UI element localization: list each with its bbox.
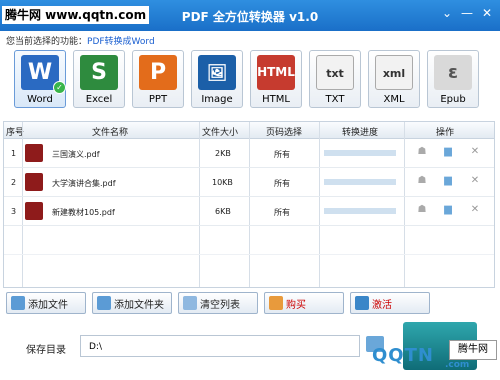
save-directory-label: 保存目录	[26, 345, 66, 356]
action-buttons: 添加文件 添加文件夹 清空列表 购买 激活	[6, 292, 430, 314]
pdf-file-icon	[25, 144, 43, 162]
table-row-empty	[4, 255, 494, 283]
header-size: 文件大小	[202, 128, 239, 138]
file-name: 大学演讲合集.pdf	[52, 179, 116, 188]
image-icon: 🖼	[198, 55, 236, 90]
menu-dropdown-icon[interactable]: ⌄	[440, 6, 454, 20]
format-label: HTML	[262, 94, 290, 105]
file-name: 三国演义.pdf	[52, 150, 100, 159]
pdf-file-icon	[25, 202, 43, 220]
format-label: XML	[383, 94, 405, 105]
header-name: 文件名称	[92, 128, 129, 138]
format-label: PPT	[148, 94, 168, 105]
watermark-badge: 腾牛网	[449, 340, 497, 360]
ppt-icon: P	[139, 55, 177, 90]
function-row: 您当前选择的功能：PDF转换成Word	[6, 34, 155, 47]
add-file-button[interactable]: 添加文件	[6, 292, 86, 314]
format-label: Epub	[440, 94, 466, 105]
page-select[interactable]: 所有	[274, 207, 290, 218]
activate-label: 激活	[372, 299, 392, 311]
activate-button[interactable]: 激活	[350, 292, 430, 314]
add-folder-button[interactable]: 添加文件夹	[92, 292, 172, 314]
check-icon: ✓	[53, 81, 66, 94]
minimize-button[interactable]: —	[460, 6, 474, 20]
cart-icon	[269, 296, 283, 310]
user-icon[interactable]: ☗	[416, 176, 428, 186]
add-file-icon	[11, 296, 25, 310]
table-row[interactable]: 3 新建教材105.pdf 6KB 所有 ☗ ▆ ✕	[4, 197, 494, 226]
clear-list-label: 清空列表	[200, 299, 240, 311]
epub-icon: ε	[434, 55, 472, 90]
window-controls: ⌄ — ✕	[440, 6, 494, 20]
header-pages: 页码选择	[266, 128, 303, 138]
row-index: 1	[11, 149, 17, 158]
delete-icon[interactable]: ✕	[469, 176, 481, 186]
file-name: 新建教材105.pdf	[52, 208, 115, 217]
table-row[interactable]: 1 三国演义.pdf 2KB 所有 ☗ ▆ ✕	[4, 139, 494, 168]
table-row[interactable]: 2 大学演讲合集.pdf 10KB 所有 ☗ ▆ ✕	[4, 168, 494, 197]
row-index: 2	[11, 178, 17, 187]
format-label: Image	[201, 94, 233, 105]
save-directory-input[interactable]: D:\	[80, 335, 360, 357]
excel-icon: S	[80, 55, 118, 90]
buy-button[interactable]: 购买	[264, 292, 344, 314]
format-label: Word	[27, 94, 53, 105]
format-toolbar: W ✓ Word S Excel P PPT 🖼 Image HTML HTML…	[14, 50, 479, 108]
row-index: 3	[11, 207, 17, 216]
function-value: PDF转换成Word	[87, 37, 155, 47]
page-select[interactable]: 所有	[274, 149, 290, 160]
clear-list-icon	[183, 296, 197, 310]
delete-icon[interactable]: ✕	[469, 205, 481, 215]
progress-bar	[324, 179, 396, 185]
page-select[interactable]: 所有	[274, 178, 290, 189]
activate-icon	[355, 296, 369, 310]
file-size: 6KB	[215, 207, 231, 216]
format-label: Excel	[85, 94, 113, 105]
add-folder-label: 添加文件夹	[114, 299, 164, 311]
format-txt-button[interactable]: txt TXT	[309, 50, 361, 108]
folder-icon[interactable]: ▆	[442, 147, 454, 157]
format-ppt-button[interactable]: P PPT	[132, 50, 184, 108]
format-epub-button[interactable]: ε Epub	[427, 50, 479, 108]
user-icon[interactable]: ☗	[416, 205, 428, 215]
progress-bar	[324, 150, 396, 156]
format-html-button[interactable]: HTML HTML	[250, 50, 302, 108]
buy-label: 购买	[286, 299, 306, 311]
close-button[interactable]: ✕	[480, 6, 494, 20]
delete-icon[interactable]: ✕	[469, 147, 481, 157]
pdf-file-icon	[25, 173, 43, 191]
file-table: 序号 文件名称 文件大小 页码选择 转换进度 操作 1 三国演义.pdf 2KB…	[3, 121, 495, 288]
add-folder-icon	[97, 296, 111, 310]
header-progress: 转换进度	[342, 128, 379, 138]
add-file-label: 添加文件	[28, 299, 68, 311]
file-size: 2KB	[215, 149, 231, 158]
html-icon: HTML	[257, 55, 295, 90]
format-word-button[interactable]: W ✓ Word	[14, 50, 66, 108]
function-label: 您当前选择的功能：	[6, 37, 88, 47]
folder-icon[interactable]: ▆	[442, 176, 454, 186]
watermark-suffix: .com	[445, 360, 470, 370]
format-excel-button[interactable]: S Excel	[73, 50, 125, 108]
window-title: PDF 全方位转换器 v1.0	[181, 10, 319, 24]
user-icon[interactable]: ☗	[416, 147, 428, 157]
xml-icon: xml	[375, 55, 413, 90]
watermark-bottom: QQTN	[372, 345, 434, 366]
format-xml-button[interactable]: xml XML	[368, 50, 420, 108]
file-size: 10KB	[212, 178, 233, 187]
format-image-button[interactable]: 🖼 Image	[191, 50, 243, 108]
folder-icon[interactable]: ▆	[442, 205, 454, 215]
clear-list-button[interactable]: 清空列表	[178, 292, 258, 314]
header-action: 操作	[436, 128, 455, 138]
format-label: TXT	[325, 94, 345, 105]
txt-icon: txt	[316, 55, 354, 90]
table-row-empty	[4, 226, 494, 255]
progress-bar	[324, 208, 396, 214]
